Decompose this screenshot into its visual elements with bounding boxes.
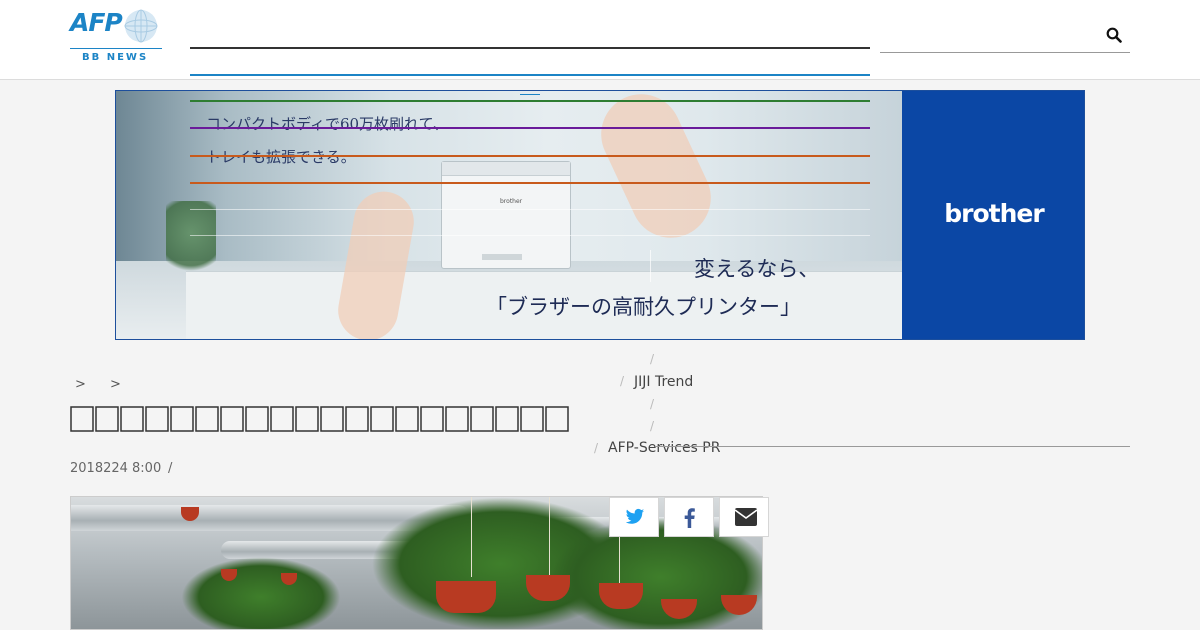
- menu-remnant-line-purple[interactable]: [190, 127, 870, 129]
- menu-slash: /: [594, 441, 599, 455]
- logo-divider: [70, 48, 162, 49]
- facebook-icon: [684, 508, 695, 528]
- article-date: 2018224 8:00: [70, 461, 162, 476]
- breadcrumb-separator: >: [75, 377, 86, 392]
- afp-bb-news-logo[interactable]: AFP BB NEWS: [70, 8, 162, 64]
- site-header: AFP BB NEWS: [0, 0, 1200, 80]
- menu-remnant-line-thin: [190, 209, 870, 210]
- menu-link-jiji-trend[interactable]: JIJI Trend: [634, 374, 693, 390]
- photo-rope: [471, 497, 472, 577]
- menu-slash: /: [650, 397, 655, 411]
- brother-logo: brother: [944, 199, 1044, 228]
- mail-icon: [735, 508, 757, 526]
- twitter-icon: [625, 508, 645, 524]
- article-title: [70, 404, 580, 441]
- brand-panel: brother: [902, 91, 1084, 339]
- plant-image: [166, 201, 216, 281]
- menu-remnant-line-orange[interactable]: [190, 182, 870, 184]
- menu-link-afp-services-pr[interactable]: AFP-Services PR: [608, 440, 720, 456]
- banner-copy-line1: コンパクトボディで60万枚刷れて、: [206, 115, 448, 133]
- photo-rope: [549, 497, 550, 577]
- menu-remnant-vertical: [650, 250, 651, 282]
- facebook-share-button[interactable]: [664, 497, 714, 537]
- sub-nav-bar[interactable]: [190, 74, 870, 76]
- missing-glyph-placeholder: [70, 406, 569, 432]
- logo-bb-news: BB NEWS: [82, 52, 149, 63]
- menu-slash: /: [650, 352, 655, 366]
- printer-tray: [482, 254, 522, 260]
- article-photo[interactable]: [70, 496, 763, 630]
- banner-copy-line4: 「ブラザーの高耐久プリンター」: [486, 295, 801, 319]
- logo-afp-text: AFP: [70, 8, 123, 37]
- menu-remnant-line-thin: [190, 235, 870, 236]
- mail-share-button[interactable]: [719, 497, 769, 537]
- flower-pot: [436, 581, 496, 613]
- menu-remnant-line-orange[interactable]: [190, 155, 870, 157]
- main-nav-bar[interactable]: [190, 47, 870, 49]
- search-icon[interactable]: [1106, 27, 1122, 43]
- twitter-share-button[interactable]: [609, 497, 659, 537]
- banner-copy-line3: 変えるなら、: [694, 257, 820, 281]
- menu-slash: /: [650, 419, 655, 433]
- breadcrumb-separator: >: [110, 377, 121, 392]
- printer-top: [442, 162, 570, 176]
- menu-remnant-line-green[interactable]: [190, 100, 870, 102]
- menu-slash: /: [620, 374, 625, 388]
- title-divider: [655, 446, 1130, 447]
- title-glyph-boxes: [70, 404, 580, 441]
- search-input[interactable]: [880, 52, 1130, 53]
- menu-remnant-dash: [520, 94, 540, 95]
- printer-image: brother: [441, 161, 571, 269]
- printer-brand-label: brother: [500, 198, 523, 205]
- globe-icon: [124, 9, 158, 43]
- meta-separator: /: [168, 461, 173, 476]
- photo-leaves: [181, 557, 341, 629]
